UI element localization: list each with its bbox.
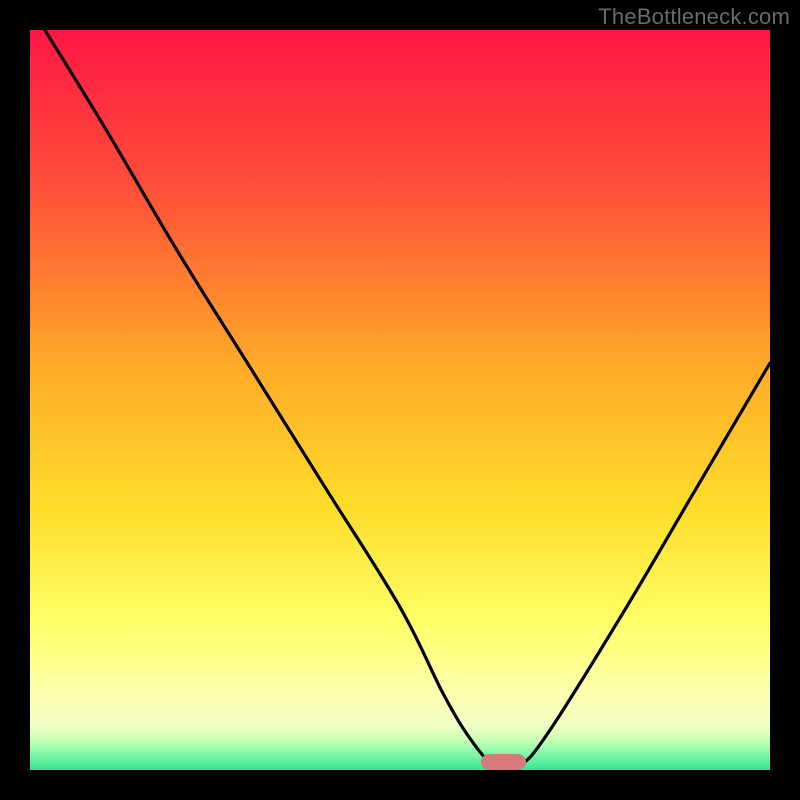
watermark-label: TheBottleneck.com (598, 4, 790, 30)
chart-frame: TheBottleneck.com (0, 0, 800, 800)
optimal-marker (481, 754, 525, 770)
plot-area (30, 30, 770, 770)
bottleneck-curve (30, 30, 770, 770)
